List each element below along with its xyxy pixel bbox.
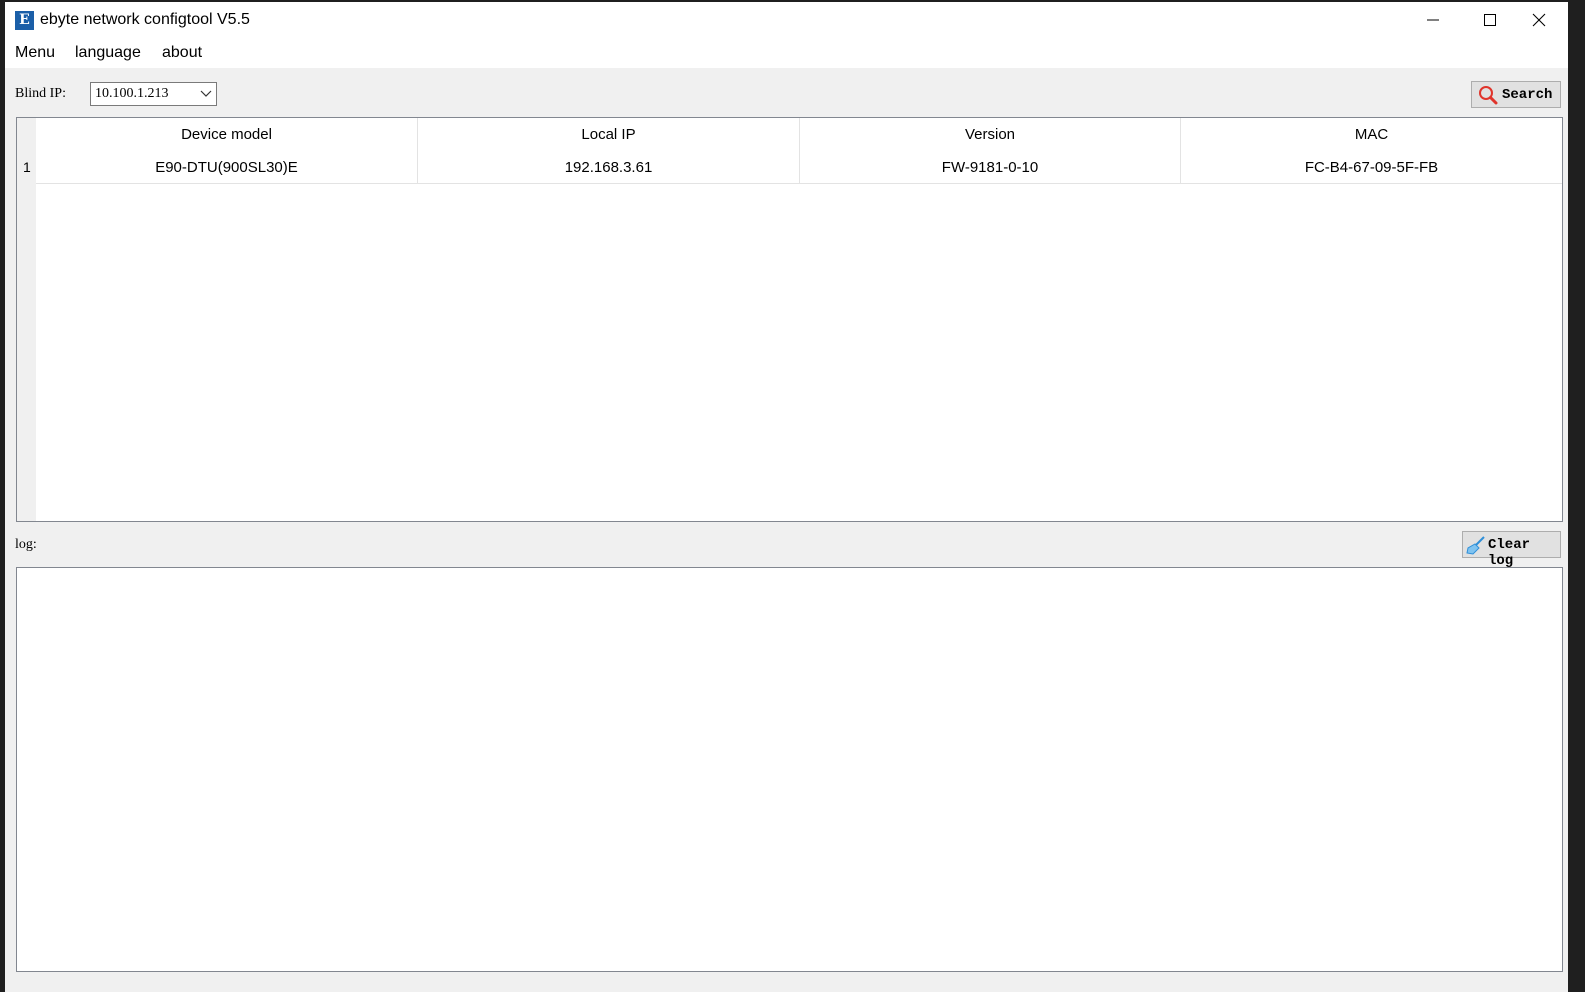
log-label: log: xyxy=(15,537,37,552)
minimize-button[interactable] xyxy=(1405,2,1462,38)
device-table[interactable]: Device model Local IP Version MAC 1 E90-… xyxy=(16,117,1563,522)
row-divider xyxy=(36,183,1562,184)
log-output[interactable] xyxy=(16,567,1563,972)
minimize-icon xyxy=(1427,19,1439,21)
menu-item-menu[interactable]: Menu xyxy=(15,44,55,62)
clear-log-button-label: Clear log xyxy=(1488,537,1531,569)
search-button-label: Search xyxy=(1502,87,1553,103)
cell-local-ip[interactable]: 192.168.3.61 xyxy=(418,151,800,184)
close-button[interactable] xyxy=(1511,2,1568,38)
chevron-down-icon xyxy=(200,90,212,97)
search-button[interactable]: Search xyxy=(1471,81,1561,108)
cell-device-model[interactable]: E90-DTU(900SL30)E xyxy=(36,151,418,184)
column-header-mac[interactable]: MAC xyxy=(1181,118,1562,151)
clear-log-button[interactable]: Clear log xyxy=(1462,531,1561,569)
close-icon xyxy=(1532,13,1546,27)
column-header-local-ip[interactable]: Local IP xyxy=(418,118,800,151)
cell-mac[interactable]: FC-B4-67-09-5F-FB xyxy=(1181,151,1562,184)
column-header-device-model[interactable]: Device model xyxy=(36,118,418,151)
menu-bar: Menu language about xyxy=(5,38,1568,68)
column-header-version[interactable]: Version xyxy=(800,118,1181,151)
window-title: ebyte network configtool V5.5 xyxy=(40,11,250,28)
menu-item-language[interactable]: language xyxy=(75,44,141,62)
blind-ip-select[interactable]: 10.100.1.213 xyxy=(90,82,217,106)
title-bar: E ebyte network configtool V5.5 xyxy=(5,2,1568,38)
app-window: E ebyte network configtool V5.5 Menu lan… xyxy=(5,2,1568,992)
maximize-icon xyxy=(1484,14,1496,26)
blind-ip-value: 10.100.1.213 xyxy=(95,86,169,101)
cell-version[interactable]: FW-9181-0-10 xyxy=(800,151,1181,184)
app-logo-icon: E xyxy=(15,11,34,30)
broom-icon xyxy=(1466,536,1485,555)
row-number[interactable]: 1 xyxy=(17,151,36,184)
log-content xyxy=(17,568,1562,576)
search-icon xyxy=(1479,86,1498,105)
menu-item-about[interactable]: about xyxy=(162,44,202,62)
blind-ip-label: Blind IP: xyxy=(15,86,66,101)
